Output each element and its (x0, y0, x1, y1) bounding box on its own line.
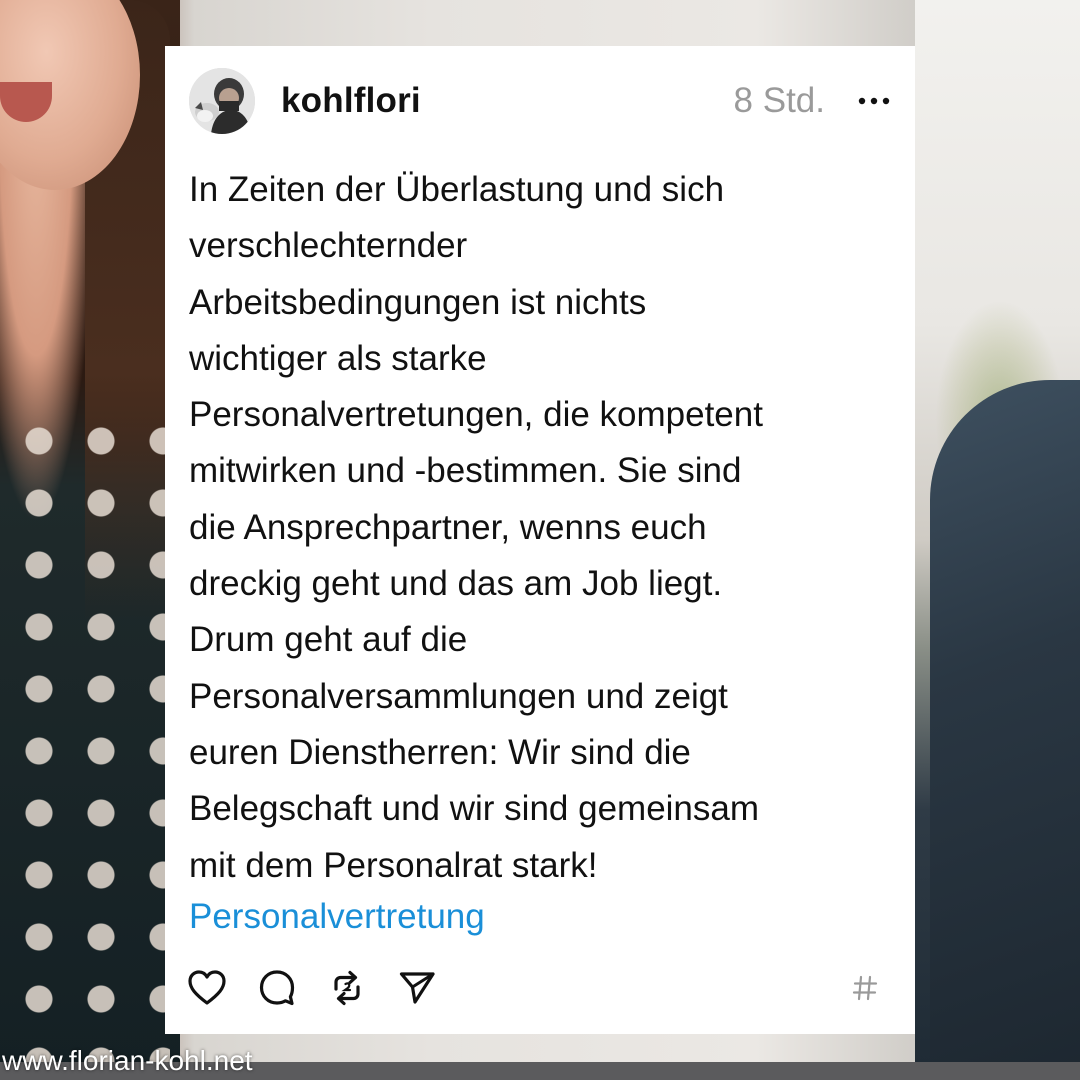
background-dotted-blouse (0, 400, 170, 1080)
post-body-line: verschlechternder (189, 226, 468, 266)
hashtag-icon[interactable] (845, 968, 885, 1008)
avatar[interactable] (189, 68, 255, 134)
website-watermark: www.florian-kohl.net (2, 1045, 253, 1076)
threads-post-card: kohlflori 8 Std. In Zeiten der Überlastu… (165, 46, 915, 1034)
post-body-line: wichtiger als starke (189, 338, 487, 378)
post-timestamp: 8 Std. (733, 81, 825, 120)
hashtag-link[interactable]: Personalvertretung (189, 889, 485, 945)
post-body-line: Belegschaft und wir sind gemeinsam (189, 789, 760, 829)
comment-icon[interactable] (257, 968, 297, 1008)
post-graphic: kohlflori 8 Std. In Zeiten der Überlastu… (0, 0, 1080, 1080)
send-icon[interactable] (397, 968, 437, 1008)
repost-icon[interactable] (327, 968, 367, 1008)
post-body-line: Personalvertretungen, die kompetent (189, 395, 763, 435)
post-body-line: mit dem Personalrat stark! (189, 845, 598, 885)
username[interactable]: kohlflori (281, 81, 421, 121)
heart-icon[interactable] (187, 968, 227, 1008)
post-body-line: Drum geht auf die (189, 620, 468, 660)
post-body-line: die Ansprechpartner, wenns euch (189, 507, 707, 547)
post-body-line: dreckig geht und das am Job liegt. (189, 564, 723, 604)
more-options-icon[interactable] (857, 84, 891, 118)
post-body-line: Arbeitsbedingungen ist nichts (189, 282, 647, 322)
avatar-image (189, 68, 255, 134)
post-header: kohlflori 8 Std. (189, 68, 891, 134)
post-body-line: In Zeiten der Überlastung und sich (189, 170, 725, 209)
post-body-line: mitwirken und -bestimmen. Sie sind (189, 451, 742, 491)
background-person-right (930, 380, 1080, 1080)
post-body-line: Personalversammlungen und zeigt (189, 676, 728, 716)
post-actions (187, 966, 885, 1010)
post-body-line: euren Dienstherren: Wir sind die (189, 732, 691, 772)
post-body: In Zeiten der Überlastung und sich versc… (189, 162, 879, 894)
